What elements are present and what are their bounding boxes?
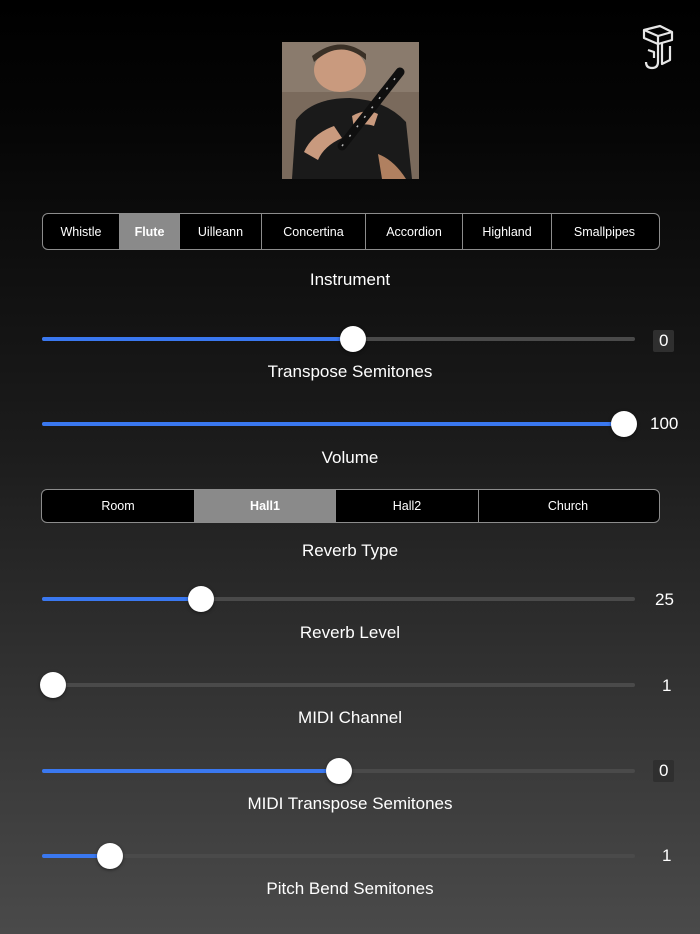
volume-value: 100 <box>650 414 679 433</box>
instrument-option-accordion[interactable]: Accordion <box>366 214 463 249</box>
midi-transpose-slider[interactable] <box>42 757 635 785</box>
instrument-option-whistle[interactable]: Whistle <box>43 214 120 249</box>
transpose-value: 0 <box>653 330 675 352</box>
reverb-type-label: Reverb Type <box>301 541 399 560</box>
instrument-option-smallpipes[interactable]: Smallpipes <box>552 214 657 249</box>
reverb-type-selector[interactable]: Room Hall1 Hall2 Church <box>41 489 660 523</box>
instrument-option-concertina[interactable]: Concertina <box>262 214 366 249</box>
slider-thumb[interactable] <box>40 672 66 698</box>
slider-fill <box>42 769 339 773</box>
reverb-level-value: 25 <box>655 590 674 609</box>
slider-thumb[interactable] <box>97 843 124 869</box>
instrument-label: Instrument <box>309 270 391 289</box>
midi-transpose-label: MIDI Transpose Semitones <box>247 794 453 813</box>
instrument-option-flute[interactable]: Flute <box>120 214 180 249</box>
slider-fill <box>42 337 354 341</box>
instrument-option-highland[interactable]: Highland <box>463 214 552 249</box>
reverb-option-church[interactable]: Church <box>479 490 657 522</box>
instrument-selector[interactable]: Whistle Flute Uilleann Concertina Accordion H… <box>42 213 660 250</box>
slider-thumb[interactable] <box>188 586 215 612</box>
transpose-label: Transpose Semitones <box>267 362 433 381</box>
instrument-option-uilleann[interactable]: Uilleann <box>180 214 262 249</box>
midi-channel-slider[interactable] <box>40 671 635 699</box>
midi-channel-label: MIDI Channel <box>298 708 402 727</box>
transpose-slider[interactable] <box>42 325 635 353</box>
pitch-bend-slider[interactable] <box>42 842 635 870</box>
pitch-bend-label: Pitch Bend Semitones <box>266 879 434 898</box>
slider-thumb[interactable] <box>325 758 352 784</box>
reverb-level-slider[interactable] <box>42 585 635 613</box>
slider-thumb[interactable] <box>340 326 367 352</box>
reverb-option-hall1[interactable]: Hall1 <box>195 490 336 522</box>
volume-slider[interactable] <box>42 410 637 438</box>
reverb-option-hall2[interactable]: Hall2 <box>336 490 479 522</box>
slider-fill <box>42 422 624 426</box>
slider-track <box>42 854 635 858</box>
slider-track <box>42 683 635 687</box>
instrument-photo <box>282 42 419 179</box>
slider-fill <box>42 597 202 601</box>
midi-transpose-value: 0 <box>653 760 675 782</box>
volume-label: Volume <box>321 448 379 467</box>
reverb-level-label: Reverb Level <box>299 623 401 642</box>
reverb-option-room[interactable]: Room <box>42 490 195 522</box>
app-logo-icon[interactable] <box>640 24 676 72</box>
pitch-bend-value: 1 <box>662 846 672 865</box>
slider-thumb[interactable] <box>611 411 637 437</box>
midi-channel-value: 1 <box>662 676 672 695</box>
